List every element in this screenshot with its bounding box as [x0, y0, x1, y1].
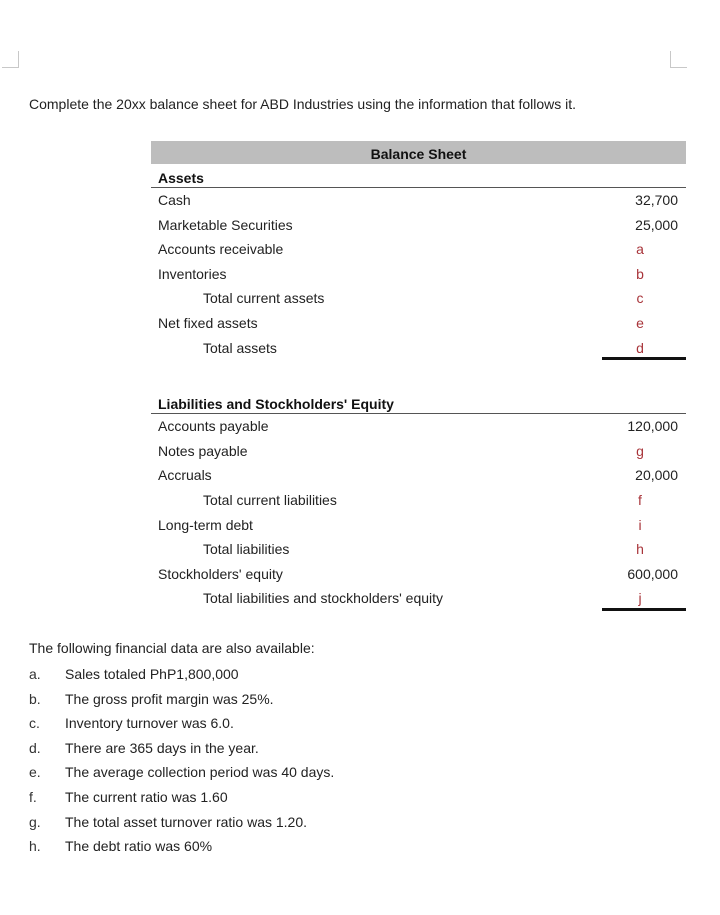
row-amount: 120,000 — [627, 418, 678, 435]
balance-sheet-row: Long-term debt i — [151, 513, 686, 538]
item-text: The average collection period was 40 day… — [65, 764, 335, 781]
balance-sheet-row: Total current assets c — [151, 286, 686, 311]
item-text: There are 365 days in the year. — [65, 739, 259, 756]
balance-sheet-row: Accounts receivable a — [151, 237, 686, 262]
liabilities-total-underline — [602, 607, 686, 611]
row-label: Total liabilities — [203, 541, 290, 558]
row-amount: 32,700 — [635, 192, 678, 208]
row-label: Notes payable — [158, 442, 248, 459]
item-text: The debt ratio was 60% — [65, 838, 213, 855]
row-label: Marketable Securities — [158, 216, 293, 233]
row-blank-placeholder: h — [636, 541, 644, 558]
row-label: Total assets — [203, 339, 277, 356]
item-text: The current ratio was 1.60 — [65, 788, 228, 805]
item-marker: c. — [29, 715, 40, 732]
row-label: Accounts payable — [158, 418, 269, 435]
row-label: Stockholders' equity — [158, 565, 283, 582]
row-label: Long-term debt — [158, 516, 253, 533]
row-label: Accruals — [158, 467, 212, 484]
row-blank-placeholder: i — [638, 516, 642, 533]
item-marker: f. — [29, 788, 37, 805]
liabilities-equity-heading: Liabilities and Stockholders' Equity — [151, 390, 686, 415]
row-label: Inventories — [158, 265, 227, 282]
row-blank-placeholder: g — [636, 442, 644, 459]
liabilities-total-rule-wrap — [151, 607, 686, 615]
balance-sheet-row: Accounts payable 120,000 — [151, 414, 686, 439]
row-blank-placeholder: f — [638, 491, 642, 508]
balance-sheet-title: Balance Sheet — [151, 141, 686, 164]
balance-sheet-row: Stockholders' equity 600,000 — [151, 562, 686, 587]
row-amount: 20,000 — [635, 467, 678, 484]
item-text: Inventory turnover was 6.0. — [65, 715, 234, 732]
balance-sheet-row: Cash 32,700 — [151, 188, 686, 213]
assets-total-rule-wrap — [151, 357, 686, 364]
row-blank-placeholder: e — [636, 314, 644, 331]
financial-data-heading: The following financial data are also av… — [29, 640, 315, 656]
page-corner-mark-top-right — [670, 51, 687, 68]
item-marker: a. — [29, 666, 41, 682]
item-marker: d. — [29, 739, 41, 756]
assets-heading: Assets — [151, 164, 686, 188]
item-text: The total asset turnover ratio was 1.20. — [65, 813, 308, 830]
row-blank-placeholder: b — [636, 265, 644, 282]
balance-sheet-row: Notes payable g — [151, 439, 686, 464]
instruction-text: Complete the 20xx balance sheet for ABD … — [29, 96, 577, 112]
liabilities-rows: Accounts payable 120,000 Notes payable g Acc… — [151, 414, 686, 611]
row-label: Total current assets — [203, 290, 325, 307]
balance-sheet-row: Total liabilities h — [151, 537, 686, 562]
item-text: The gross profit margin was 25%. — [65, 690, 274, 707]
assets-total-underline — [602, 357, 686, 361]
item-marker: g. — [29, 813, 41, 830]
item-marker: e. — [29, 764, 41, 781]
row-blank-placeholder: c — [636, 290, 644, 307]
row-label: Net fixed assets — [158, 314, 258, 331]
row-blank-placeholder: a — [636, 241, 644, 258]
row-label: Accounts receivable — [158, 241, 284, 258]
balance-sheet-row: Net fixed assets e — [151, 311, 686, 336]
assets-rows: Cash 32,700 Marketable Securities 25,000 Acc… — [151, 188, 686, 360]
row-label: Total current liabilities — [203, 491, 337, 508]
balance-sheet-row: Marketable Securities 25,000 — [151, 213, 686, 238]
item-marker: b. — [29, 690, 41, 707]
balance-sheet-row: Accruals 20,000 — [151, 463, 686, 488]
item-marker: h. — [29, 838, 41, 855]
row-label: Total liabilities and stockholders' equi… — [203, 590, 444, 607]
row-amount: 600,000 — [627, 565, 678, 582]
balance-sheet-row: Inventories b — [151, 262, 686, 287]
row-label: Cash — [158, 192, 191, 208]
row-amount: 25,000 — [635, 216, 678, 233]
balance-sheet-row: Total current liabilities f — [151, 488, 686, 513]
page-corner-mark-top-left — [2, 51, 19, 68]
item-text: Sales totaled PhP1,800,000 — [65, 666, 239, 682]
balance-sheet-table: Balance Sheet Assets Cash 32,700 Marketabl… — [151, 141, 686, 615]
